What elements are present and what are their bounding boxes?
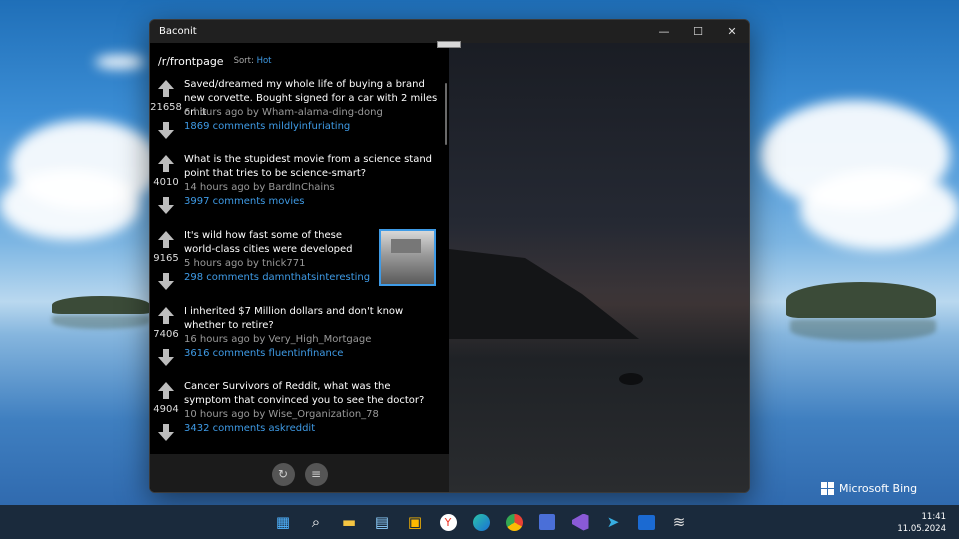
- post-meta: 6 hours ago by Wham-alama-ding-dong: [184, 107, 383, 118]
- visual-studio-icon[interactable]: [567, 510, 593, 534]
- downvote-arrow-icon[interactable]: [158, 424, 174, 441]
- yandex-icon[interactable]: Y: [435, 510, 461, 534]
- subreddit-link[interactable]: damnthatsinteresting: [262, 272, 370, 283]
- post-links: 3997 comments movies: [184, 195, 304, 209]
- post-links: 1869 comments mildlyinfuriating: [184, 120, 350, 134]
- upvote-arrow-icon[interactable]: [158, 231, 174, 248]
- title-bar[interactable]: Baconit — ☐ ✕: [150, 20, 749, 43]
- vote-control: 21658: [150, 78, 182, 142]
- watermark-text: Microsoft Bing: [839, 482, 918, 495]
- clock-time: 11:41: [921, 512, 947, 522]
- clock-date: 11.05.2024: [897, 524, 946, 534]
- file-explorer-icon[interactable]: ▬: [336, 510, 362, 534]
- post-item[interactable]: 4904 Cancer Survivors of Reddit, what wa…: [150, 380, 449, 454]
- search-icon[interactable]: ⌕: [303, 510, 329, 534]
- post-score: 4904: [153, 404, 179, 415]
- sort-value[interactable]: Hot: [257, 56, 272, 66]
- subreddit-link[interactable]: fluentinfinance: [269, 348, 344, 359]
- baconit-window: Baconit — ☐ ✕ /r/frontpage Sort: Hot 216…: [149, 19, 750, 493]
- background-rock: [619, 373, 643, 385]
- post-item[interactable]: 4010 What is the stupidest movie from a …: [150, 153, 449, 227]
- refresh-button[interactable]: ↻: [271, 462, 295, 486]
- subreddit-name[interactable]: /r/frontpage: [158, 55, 224, 68]
- microsoft-logo-icon: [821, 482, 834, 495]
- comments-link[interactable]: 3997 comments: [184, 196, 265, 207]
- maximize-button[interactable]: ☐: [681, 20, 715, 43]
- vote-control: 4904: [150, 380, 182, 444]
- minimize-button[interactable]: —: [647, 20, 681, 43]
- close-button[interactable]: ✕: [715, 20, 749, 43]
- comments-link[interactable]: 298 comments: [184, 272, 259, 283]
- sort-selector[interactable]: Sort: Hot: [234, 56, 272, 66]
- sort-label: Sort:: [233, 56, 254, 66]
- upvote-arrow-icon[interactable]: [158, 307, 174, 324]
- post-links: 3616 comments fluentinfinance: [184, 347, 343, 361]
- post-title[interactable]: Cancer Survivors of Reddit, what was the…: [184, 380, 440, 408]
- baconit-icon[interactable]: ≋: [666, 510, 692, 534]
- post-list-panel: /r/frontpage Sort: Hot 21658 Saved/dream…: [150, 43, 449, 492]
- bottom-app-bar: ↻ ≡: [150, 454, 449, 492]
- comments-link[interactable]: 3616 comments: [184, 348, 265, 359]
- post-meta: 10 hours ago by Wise_Organization_78: [184, 409, 379, 420]
- post-links: 298 comments damnthatsinteresting: [184, 271, 370, 285]
- comments-link[interactable]: 1869 comments: [184, 121, 265, 132]
- subreddit-link[interactable]: askreddit: [269, 423, 316, 434]
- post-meta: 14 hours ago by BardInChains: [184, 182, 335, 193]
- subreddit-link[interactable]: movies: [269, 196, 305, 207]
- vote-control: 9165: [150, 229, 182, 293]
- vote-control: 4010: [150, 153, 182, 217]
- post-meta: 16 hours ago by Very_High_Mortgage: [184, 334, 372, 345]
- post-item[interactable]: 7406 I inherited $7 Million dollars and …: [150, 305, 449, 379]
- downvote-arrow-icon[interactable]: [158, 349, 174, 366]
- outlook-icon[interactable]: [633, 510, 659, 534]
- post-thumbnail[interactable]: [379, 229, 436, 286]
- post-score: 9165: [153, 253, 179, 264]
- upvote-arrow-icon[interactable]: [158, 382, 174, 399]
- windows-start-icon[interactable]: ▦: [270, 510, 296, 534]
- post-score: 21658: [150, 102, 182, 113]
- menu-button[interactable]: ≡: [304, 462, 328, 486]
- post-item[interactable]: 21658 Saved/dreamed my whole life of buy…: [150, 78, 449, 152]
- edge-icon[interactable]: [468, 510, 494, 534]
- save-icon[interactable]: [534, 510, 560, 534]
- upvote-arrow-icon[interactable]: [158, 155, 174, 172]
- content-panel: [449, 43, 749, 492]
- telegram-icon[interactable]: ➤: [600, 510, 626, 534]
- post-item[interactable]: 9165 It's wild how fast some of these wo…: [150, 229, 449, 303]
- panel-resize-handle[interactable]: [437, 41, 461, 48]
- post-links: 3432 comments askreddit: [184, 422, 315, 436]
- window-title: Baconit: [159, 26, 197, 37]
- notepad-icon[interactable]: ▤: [369, 510, 395, 534]
- post-score: 7406: [153, 329, 179, 340]
- downvote-arrow-icon[interactable]: [158, 273, 174, 290]
- comments-link[interactable]: 3432 comments: [184, 423, 265, 434]
- chrome-icon[interactable]: [501, 510, 527, 534]
- downvote-arrow-icon[interactable]: [158, 197, 174, 214]
- store-icon[interactable]: ▣: [402, 510, 428, 534]
- post-list-scrollbar[interactable]: [445, 83, 447, 145]
- upvote-arrow-icon[interactable]: [158, 80, 174, 97]
- post-meta: 5 hours ago by tnick771: [184, 258, 306, 269]
- subreddit-header: /r/frontpage Sort: Hot: [150, 43, 449, 79]
- subreddit-link[interactable]: mildlyinfuriating: [269, 121, 351, 132]
- background-mountain: [449, 249, 639, 339]
- system-clock[interactable]: 11:41 11.05.2024: [897, 511, 946, 535]
- taskbar: ▦ ⌕ ▬ ▤ ▣ Y ➤ ≋ 11:41 11.05.2024: [0, 505, 959, 539]
- post-title[interactable]: It's wild how fast some of these world-c…: [184, 229, 374, 257]
- vote-control: 7406: [150, 305, 182, 369]
- post-title[interactable]: I inherited $7 Million dollars and don't…: [184, 305, 440, 333]
- refresh-icon: ↻: [277, 467, 289, 481]
- taskbar-icons: ▦ ⌕ ▬ ▤ ▣ Y ➤ ≋: [270, 510, 692, 534]
- downvote-arrow-icon[interactable]: [158, 122, 174, 139]
- post-title[interactable]: What is the stupidest movie from a scien…: [184, 153, 440, 181]
- bing-watermark: Microsoft Bing: [821, 482, 917, 495]
- post-score: 4010: [153, 177, 179, 188]
- hamburger-menu-icon: ≡: [310, 467, 322, 481]
